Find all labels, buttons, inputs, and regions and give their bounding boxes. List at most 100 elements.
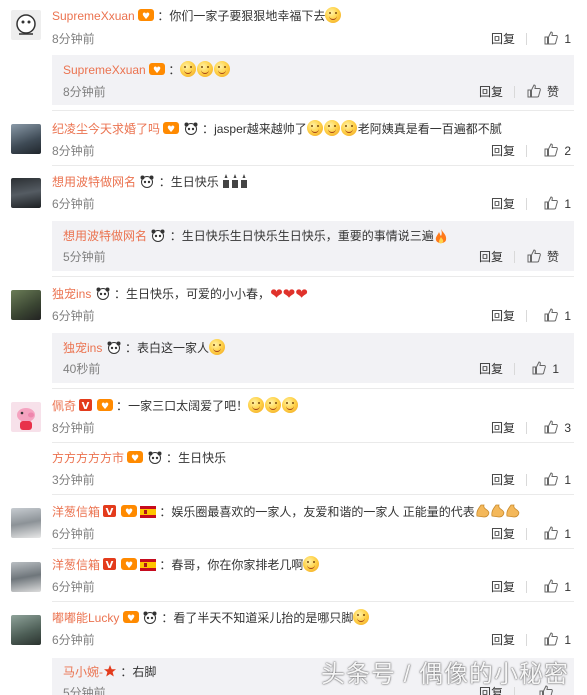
- like-button[interactable]: 1: [532, 361, 559, 377]
- like-count: 1: [564, 197, 571, 211]
- comment-text: 表白这一家人: [137, 341, 210, 355]
- panda-badge-icon: [183, 121, 199, 141]
- like-button[interactable]: 1: [544, 308, 571, 324]
- divider: [52, 494, 574, 495]
- star-badge-icon: [103, 664, 117, 684]
- timestamp: 8分钟前: [52, 144, 95, 158]
- like-count: 1: [564, 473, 571, 487]
- username[interactable]: 嘟嘟能Lucky: [52, 611, 119, 625]
- thumbs-up-icon: [544, 632, 559, 646]
- comment-text: 你们一家子要狠狠地幸福下去: [169, 9, 326, 23]
- comment-text: 右脚: [132, 665, 157, 679]
- heart-icon: ❤: [295, 286, 308, 303]
- reply-button[interactable]: 回复: [491, 196, 515, 212]
- laugh-tears-emoji-icon: [353, 609, 370, 625]
- username[interactable]: 独宠ins: [63, 341, 102, 355]
- candle-icon: [222, 174, 250, 194]
- laugh-emoji-icon: [209, 339, 226, 355]
- divider: [52, 165, 574, 166]
- muscle-emoji-icon: [475, 502, 523, 524]
- smile-emoji-icon: [180, 61, 197, 77]
- reply-button[interactable]: 回复: [491, 143, 515, 159]
- thumbs-up-icon: [544, 472, 559, 486]
- username[interactable]: 方方方方方市: [52, 451, 124, 465]
- svg-text:♥: ♥: [142, 12, 150, 22]
- comment-text: 生日快乐生日快乐生日快乐，重要的事情说三遍: [181, 229, 434, 243]
- avatar[interactable]: [11, 290, 41, 320]
- svg-text:♥: ♥: [167, 125, 175, 135]
- timestamp: 6分钟前: [52, 309, 95, 323]
- avatar[interactable]: [11, 124, 41, 154]
- flag-icon: [140, 504, 157, 524]
- avatar[interactable]: [11, 562, 41, 592]
- like-button[interactable]: 1: [544, 632, 571, 648]
- username[interactable]: 佩奇: [52, 399, 76, 413]
- reply-button[interactable]: 回复: [479, 361, 503, 377]
- avatar[interactable]: [11, 615, 41, 645]
- username[interactable]: SupremeXxuan: [63, 63, 146, 77]
- like-count: 1: [552, 362, 559, 376]
- reply-button[interactable]: 回复: [479, 84, 503, 100]
- laugh-emoji-icon: [340, 120, 357, 136]
- avatar[interactable]: [11, 508, 41, 538]
- panda-badge-icon: [95, 286, 111, 306]
- laugh-emoji-icon: [323, 120, 340, 136]
- vip-badge-icon: ♥: [127, 450, 144, 470]
- svg-text:♥: ♥: [101, 402, 109, 412]
- username[interactable]: 想用波特做网名: [63, 229, 147, 243]
- reply-button[interactable]: 回复: [491, 420, 515, 436]
- vip-badge-icon: ♥: [120, 504, 137, 524]
- vip-badge-icon: ♥: [138, 8, 155, 28]
- comment-text: 老阿姨真是看一百遍都不腻: [357, 122, 502, 136]
- grin-emoji-icon: [325, 7, 342, 23]
- username[interactable]: SupremeXxuan: [52, 9, 135, 23]
- reply-button[interactable]: 回复: [479, 249, 503, 265]
- like-button[interactable]: 1: [544, 579, 571, 595]
- username[interactable]: 洋葱信箱: [52, 505, 100, 519]
- username[interactable]: 想用波特做网名: [52, 175, 136, 189]
- like-button[interactable]: 赞: [527, 84, 559, 100]
- reply-button[interactable]: 回复: [491, 632, 515, 648]
- avatar[interactable]: [11, 402, 41, 432]
- username[interactable]: 独宠ins: [52, 287, 91, 301]
- like-count: 赞: [546, 85, 559, 99]
- thumbs-up-icon: [527, 84, 541, 98]
- heart-eyes-emoji-icon: [248, 397, 265, 413]
- timestamp: 8分钟前: [52, 32, 95, 46]
- timestamp: 6分钟前: [52, 580, 95, 594]
- like-button[interactable]: 3: [544, 420, 571, 436]
- reply-button[interactable]: 回复: [491, 579, 515, 595]
- comment-text: 一家三口太阔爱了吧！: [128, 399, 249, 413]
- username[interactable]: 纪凌尘今天求婚了吗: [52, 122, 160, 136]
- comment-text: jasper越来越帅了: [214, 122, 307, 136]
- like-count: 1: [564, 527, 571, 541]
- reply-button[interactable]: 回复: [491, 526, 515, 542]
- reply-button[interactable]: 回复: [491, 308, 515, 324]
- divider: [52, 548, 574, 549]
- reply-button[interactable]: 回复: [491, 472, 515, 488]
- watermark: 头条号 / 偶像的小秘密: [320, 661, 569, 688]
- username[interactable]: 洋葱信箱: [52, 558, 100, 572]
- like-button[interactable]: 1: [544, 472, 571, 488]
- panda-badge-icon: [150, 228, 166, 248]
- reply-button[interactable]: 回复: [491, 31, 515, 47]
- comment-text: 生日快乐: [170, 175, 219, 189]
- svg-text:♥: ♥: [125, 561, 133, 571]
- like-button[interactable]: 1: [544, 196, 571, 212]
- svg-text:♥: ♥: [125, 508, 133, 518]
- like-button[interactable]: 1: [544, 31, 571, 47]
- like-count: 1: [564, 633, 571, 647]
- vip-badge-icon: ♥: [120, 557, 137, 577]
- like-count: 2: [564, 144, 571, 158]
- like-count: 3: [564, 421, 571, 435]
- like-button[interactable]: 2: [544, 143, 571, 159]
- username[interactable]: 马小婉-: [63, 665, 103, 679]
- like-button[interactable]: 1: [544, 526, 571, 542]
- avatar[interactable]: [11, 178, 41, 208]
- thumbs-up-icon: [544, 420, 559, 434]
- avatar[interactable]: [11, 10, 41, 40]
- vip-badge-icon: ♥: [122, 610, 139, 630]
- svg-text:V: V: [106, 560, 114, 571]
- like-button[interactable]: 赞: [527, 249, 559, 265]
- thumbs-up-icon: [544, 526, 559, 540]
